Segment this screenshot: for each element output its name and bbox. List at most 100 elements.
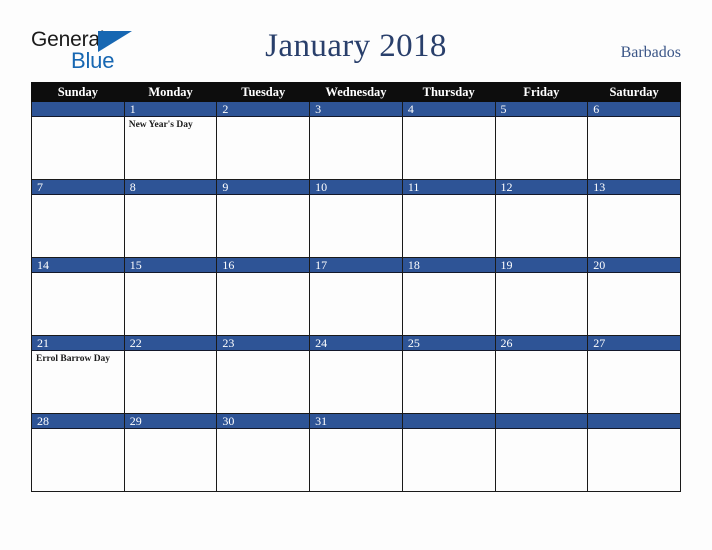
day-events <box>32 429 124 432</box>
calendar-empty-cell[interactable] <box>587 413 681 492</box>
day-events <box>217 195 309 198</box>
day-number: 30 <box>217 414 310 429</box>
calendar-day-cell[interactable]: 27 <box>587 335 681 414</box>
day-number: 2 <box>217 102 310 117</box>
day-cell-content: 15 <box>124 258 217 335</box>
calendar-day-cell[interactable]: 1 New Year's Day <box>123 101 218 180</box>
day-cell-content: 25 <box>402 336 495 413</box>
day-events <box>496 351 588 354</box>
calendar-day-cell[interactable]: 15 <box>123 257 218 336</box>
calendar-day-cell[interactable]: 8 <box>123 179 218 258</box>
day-number: 21 <box>32 336 124 351</box>
calendar-day-cell[interactable]: 28 <box>31 413 125 492</box>
day-cell-content: 3 <box>310 102 402 179</box>
day-number <box>495 414 588 429</box>
day-number: 12 <box>495 180 588 195</box>
calendar-day-cell[interactable]: 12 <box>494 179 589 258</box>
calendar-day-cell[interactable]: 31 <box>309 413 403 492</box>
day-cell-content: 27 <box>588 336 680 413</box>
day-events <box>496 429 588 432</box>
calendar-day-cell[interactable]: 20 <box>587 257 681 336</box>
calendar-day-cell[interactable]: 11 <box>401 179 496 258</box>
calendar-day-cell[interactable]: 29 <box>123 413 218 492</box>
day-cell-content: 17 <box>310 258 402 335</box>
calendar-day-cell[interactable]: 13 <box>587 179 681 258</box>
day-events <box>588 429 680 432</box>
calendar-day-cell[interactable]: 16 <box>216 257 311 336</box>
day-cell-content: 23 <box>217 336 310 413</box>
day-number: 9 <box>217 180 310 195</box>
day-events <box>217 351 309 354</box>
day-cell-content: 24 <box>310 336 402 413</box>
day-cell-content: 26 <box>495 336 588 413</box>
day-cell-content <box>32 102 124 179</box>
calendar-day-cell[interactable]: 30 <box>216 413 311 492</box>
day-events <box>496 195 588 198</box>
day-cell-content: 4 <box>402 102 495 179</box>
day-cell-content: 28 <box>32 414 124 491</box>
day-cell-content: 16 <box>217 258 310 335</box>
day-number: 10 <box>310 180 402 195</box>
day-cell-content: 14 <box>32 258 124 335</box>
day-cell-content: 22 <box>124 336 217 413</box>
calendar-empty-cell[interactable] <box>401 413 496 492</box>
calendar-day-cell[interactable]: 5 <box>494 101 589 180</box>
weekday-header-thursday: Thursday <box>401 82 496 102</box>
day-cell-content: 5 <box>495 102 588 179</box>
day-cell-content: 18 <box>402 258 495 335</box>
day-events <box>217 273 309 276</box>
day-events <box>310 117 402 120</box>
calendar-day-cell[interactable]: 7 <box>31 179 125 258</box>
calendar-day-cell[interactable]: 3 <box>309 101 403 180</box>
calendar-day-cell[interactable]: 14 <box>31 257 125 336</box>
day-events <box>310 195 402 198</box>
day-cell-content: 21 Errol Barrow Day <box>32 336 124 413</box>
day-number: 24 <box>310 336 402 351</box>
calendar-day-cell[interactable]: 9 <box>216 179 311 258</box>
day-number <box>32 102 124 117</box>
calendar-header-row: Sunday Monday Tuesday Wednesday Thursday Frid… <box>31 82 681 102</box>
day-number: 25 <box>402 336 495 351</box>
calendar-day-cell[interactable]: 17 <box>309 257 403 336</box>
day-cell-content: 7 <box>32 180 124 257</box>
page-title: January 2018 <box>265 28 447 64</box>
holiday-label: Errol Barrow Day <box>36 354 111 364</box>
day-cell-content: 19 <box>495 258 588 335</box>
calendar-day-cell[interactable]: 22 <box>123 335 218 414</box>
day-number: 23 <box>217 336 310 351</box>
day-cell-content: 13 <box>588 180 680 257</box>
calendar-day-cell[interactable]: 26 <box>494 335 589 414</box>
day-events <box>496 273 588 276</box>
calendar-day-cell[interactable]: 25 <box>401 335 496 414</box>
day-number: 1 <box>124 102 217 117</box>
calendar-day-cell[interactable]: 21 Errol Barrow Day <box>31 335 125 414</box>
day-events <box>217 429 309 432</box>
weekday-header-saturday: Saturday <box>587 82 681 102</box>
calendar-empty-cell[interactable] <box>494 413 589 492</box>
calendar-day-cell[interactable]: 19 <box>494 257 589 336</box>
day-events <box>125 351 217 354</box>
calendar-week-row: 1 New Year's Day 2 3 4 5 6 <box>31 101 681 180</box>
weekday-header-monday: Monday <box>123 82 218 102</box>
day-cell-content: 10 <box>310 180 402 257</box>
calendar-day-cell[interactable]: 23 <box>216 335 311 414</box>
day-events: Errol Barrow Day <box>32 351 124 365</box>
calendar-week-row: 28 29 30 31 <box>31 413 681 492</box>
day-number <box>588 414 680 429</box>
calendar-day-cell[interactable]: 10 <box>309 179 403 258</box>
day-cell-content <box>402 414 495 491</box>
day-number: 29 <box>124 414 217 429</box>
day-number: 16 <box>217 258 310 273</box>
calendar-day-cell[interactable]: 4 <box>401 101 496 180</box>
calendar-day-cell[interactable]: 6 <box>587 101 681 180</box>
day-number: 27 <box>588 336 680 351</box>
day-cell-content: 30 <box>217 414 310 491</box>
day-events <box>125 429 217 432</box>
calendar-day-cell[interactable]: 2 <box>216 101 311 180</box>
calendar-week-row: 21 Errol Barrow Day 22 23 24 25 26 27 <box>31 335 681 414</box>
calendar-empty-cell[interactable] <box>31 101 125 180</box>
day-events <box>403 351 495 354</box>
day-events <box>403 195 495 198</box>
calendar-day-cell[interactable]: 18 <box>401 257 496 336</box>
calendar-day-cell[interactable]: 24 <box>309 335 403 414</box>
